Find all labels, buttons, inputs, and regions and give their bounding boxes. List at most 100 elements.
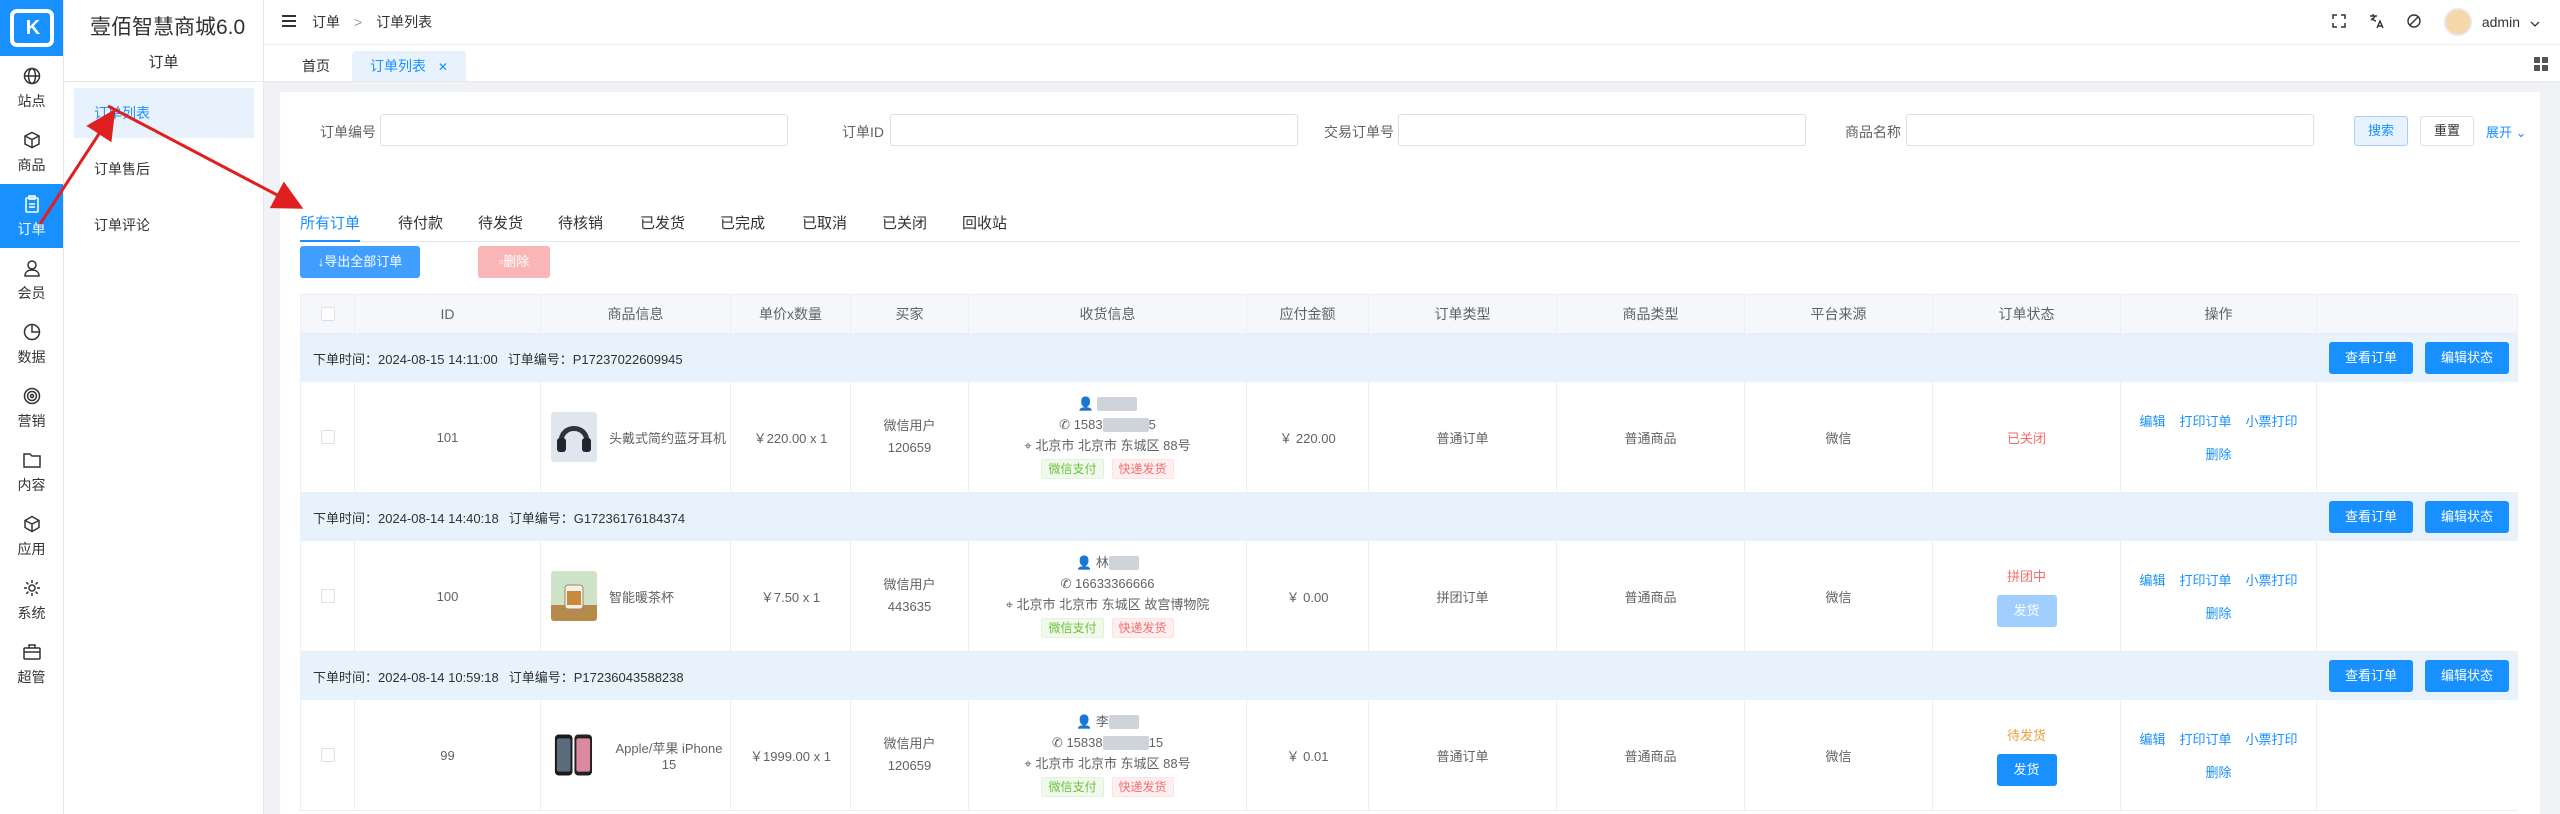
ship-button[interactable]: 发货 [1996, 753, 2057, 786]
product-image[interactable] [551, 571, 597, 621]
breadcrumb-item[interactable]: 订单 [312, 12, 340, 32]
print-ticket-link[interactable]: 小票打印 [2246, 729, 2298, 748]
checkbox-cell [301, 382, 355, 492]
edit-status-button[interactable]: 编辑状态 [2425, 342, 2509, 374]
tab-label: 订单列表 [370, 58, 426, 74]
person-icon: 👤 [1076, 713, 1093, 729]
platform-source: 微信 [1825, 430, 1852, 446]
order-tab[interactable]: 待发货 [478, 212, 523, 233]
rail-item[interactable]: 系统 [0, 568, 63, 632]
phone-icon: ✆ [1051, 734, 1063, 750]
grid-icon[interactable] [2534, 57, 2548, 74]
print-ticket-link[interactable]: 小票打印 [2246, 570, 2298, 589]
app-logo[interactable]: K [0, 0, 63, 56]
order-tab[interactable]: 所有订单 [300, 212, 361, 242]
product-image[interactable] [551, 730, 596, 780]
rail-item[interactable]: 站点 [0, 56, 63, 120]
print-order-link[interactable]: 打印订单 [2179, 411, 2231, 430]
export-all-button[interactable]: ↓导出全部订单 [300, 246, 420, 278]
order-id-label: 订单ID [842, 124, 884, 140]
print-order-link[interactable]: 打印订单 [2179, 729, 2231, 748]
order-tab[interactable]: 待付款 [398, 212, 443, 233]
subnav-item[interactable]: 订单评论 [74, 200, 254, 250]
row-checkbox[interactable] [320, 430, 335, 444]
delete-link[interactable]: 删除 [2205, 444, 2231, 463]
buyer-name: 微信用户 [883, 577, 936, 592]
expand-toggle[interactable]: 展开 ⌄ [2486, 122, 2527, 141]
subnav-item[interactable]: 订单售后 [74, 144, 254, 194]
order-tab[interactable]: 回收站 [962, 212, 1007, 233]
rail-item[interactable]: 内容 [0, 440, 63, 504]
view-order-button[interactable]: 查看订单 [2329, 342, 2413, 374]
edit-status-button[interactable]: 编辑状态 [2425, 501, 2509, 533]
rail-item[interactable]: 营销 [0, 376, 63, 440]
rail-item[interactable]: 超管 [0, 632, 63, 696]
ship-button[interactable]: 发货 [1996, 594, 2057, 627]
breadcrumb: 订单 > 订单列表 [312, 12, 432, 32]
batch-delete-button[interactable]: ▫删除 [478, 246, 550, 278]
order-time: 下单时间：2024-08-15 14:11:00 [313, 351, 498, 367]
tab-home[interactable]: 首页 [284, 51, 348, 81]
rail-item[interactable]: 订单 [0, 184, 63, 248]
receiver-address: 北京市 北京市 东城区 故宫博物院 [1016, 596, 1210, 612]
target-icon [21, 385, 43, 407]
order-no-input[interactable] [380, 114, 788, 146]
order-id-input[interactable] [890, 114, 1298, 146]
edit-status-button[interactable]: 编辑状态 [2425, 660, 2509, 692]
order-tab[interactable]: 待核销 [558, 212, 603, 233]
delete-label: 删除 [503, 254, 530, 269]
orders-table: ID 商品信息 单价x数量 买家 收货信息 应付金额 订单类型 商品类型 平台来源 订单状态 操作 … [300, 294, 2518, 811]
reset-button[interactable]: 重置 [2420, 116, 2474, 146]
print-ticket-link[interactable]: 小票打印 [2246, 411, 2298, 430]
rail-item[interactable]: 应用 [0, 504, 63, 568]
product-image[interactable] [551, 412, 597, 462]
order-tab[interactable]: 已完成 [720, 212, 765, 233]
order-tab[interactable]: 已关闭 [882, 212, 927, 233]
column-header: 商品类型 [1557, 295, 1745, 333]
receiver-name: 林 [1095, 554, 1109, 570]
goods-type-cell: 普通商品 [1557, 700, 1745, 810]
trade-no-input[interactable] [1398, 114, 1806, 146]
delete-link[interactable]: 删除 [2205, 603, 2231, 622]
rail-item[interactable]: 会员 [0, 248, 63, 312]
buyer-cell: 微信用户 443635 [851, 541, 969, 651]
unit-price-qty: ￥7.50 x 1 [760, 589, 821, 605]
operations-cell: 编辑 打印订单 小票打印 删除 [2121, 541, 2317, 651]
order-status-tabs: 所有订单 待付款 待发货 待核销 已发货 已完成 已取消 已关闭 回收站 [300, 202, 2520, 242]
translate-icon[interactable] [2368, 13, 2384, 32]
delete-link[interactable]: 删除 [2205, 762, 2231, 781]
select-all-checkbox[interactable] [320, 307, 335, 321]
search-button[interactable]: 搜索 [2354, 116, 2408, 146]
view-order-button[interactable]: 查看订单 [2329, 660, 2413, 692]
close-icon[interactable]: ✕ [438, 60, 448, 74]
column-header: ID [355, 295, 541, 333]
edit-link[interactable]: 编辑 [2139, 570, 2165, 589]
order-tab[interactable]: 已发货 [640, 212, 685, 233]
receiver-phone: 15838 [1066, 734, 1103, 750]
rail-item[interactable]: 数据 [0, 312, 63, 376]
view-order-button[interactable]: 查看订单 [2329, 501, 2413, 533]
print-order-link[interactable]: 打印订单 [2179, 570, 2231, 589]
fullscreen-icon[interactable] [2332, 13, 2346, 31]
buyer-id: 443635 [887, 599, 932, 614]
price-cell: ￥220.00 x 1 [731, 382, 851, 492]
subnav-item[interactable]: 订单列表 [74, 88, 254, 138]
delivery-tag: 快递发货 [1111, 617, 1174, 638]
row-checkbox[interactable] [320, 748, 335, 762]
rail-item-label: 站点 [17, 93, 46, 109]
tab-order-list[interactable]: 订单列表 ✕ [352, 51, 466, 81]
menu-toggle-icon[interactable] [282, 14, 296, 30]
unit-price-qty: ￥1999.00 x 1 [750, 748, 831, 764]
order-tab[interactable]: 已取消 [802, 212, 847, 233]
edit-link[interactable]: 编辑 [2139, 729, 2165, 748]
order-time: 下单时间：2024-08-14 10:59:18 [313, 669, 499, 685]
payable-amount: ￥ 0.00 [1286, 589, 1329, 605]
column-header: 单价x数量 [731, 295, 851, 333]
edit-link[interactable]: 编辑 [2139, 411, 2165, 430]
row-checkbox[interactable] [320, 589, 335, 603]
status-cell: 已关闭 [1933, 382, 2121, 492]
clear-cache-icon[interactable] [2406, 13, 2422, 32]
rail-item[interactable]: 商品 [0, 120, 63, 184]
user-menu[interactable]: admin [2443, 8, 2540, 36]
goods-name-input[interactable] [1906, 114, 2314, 146]
